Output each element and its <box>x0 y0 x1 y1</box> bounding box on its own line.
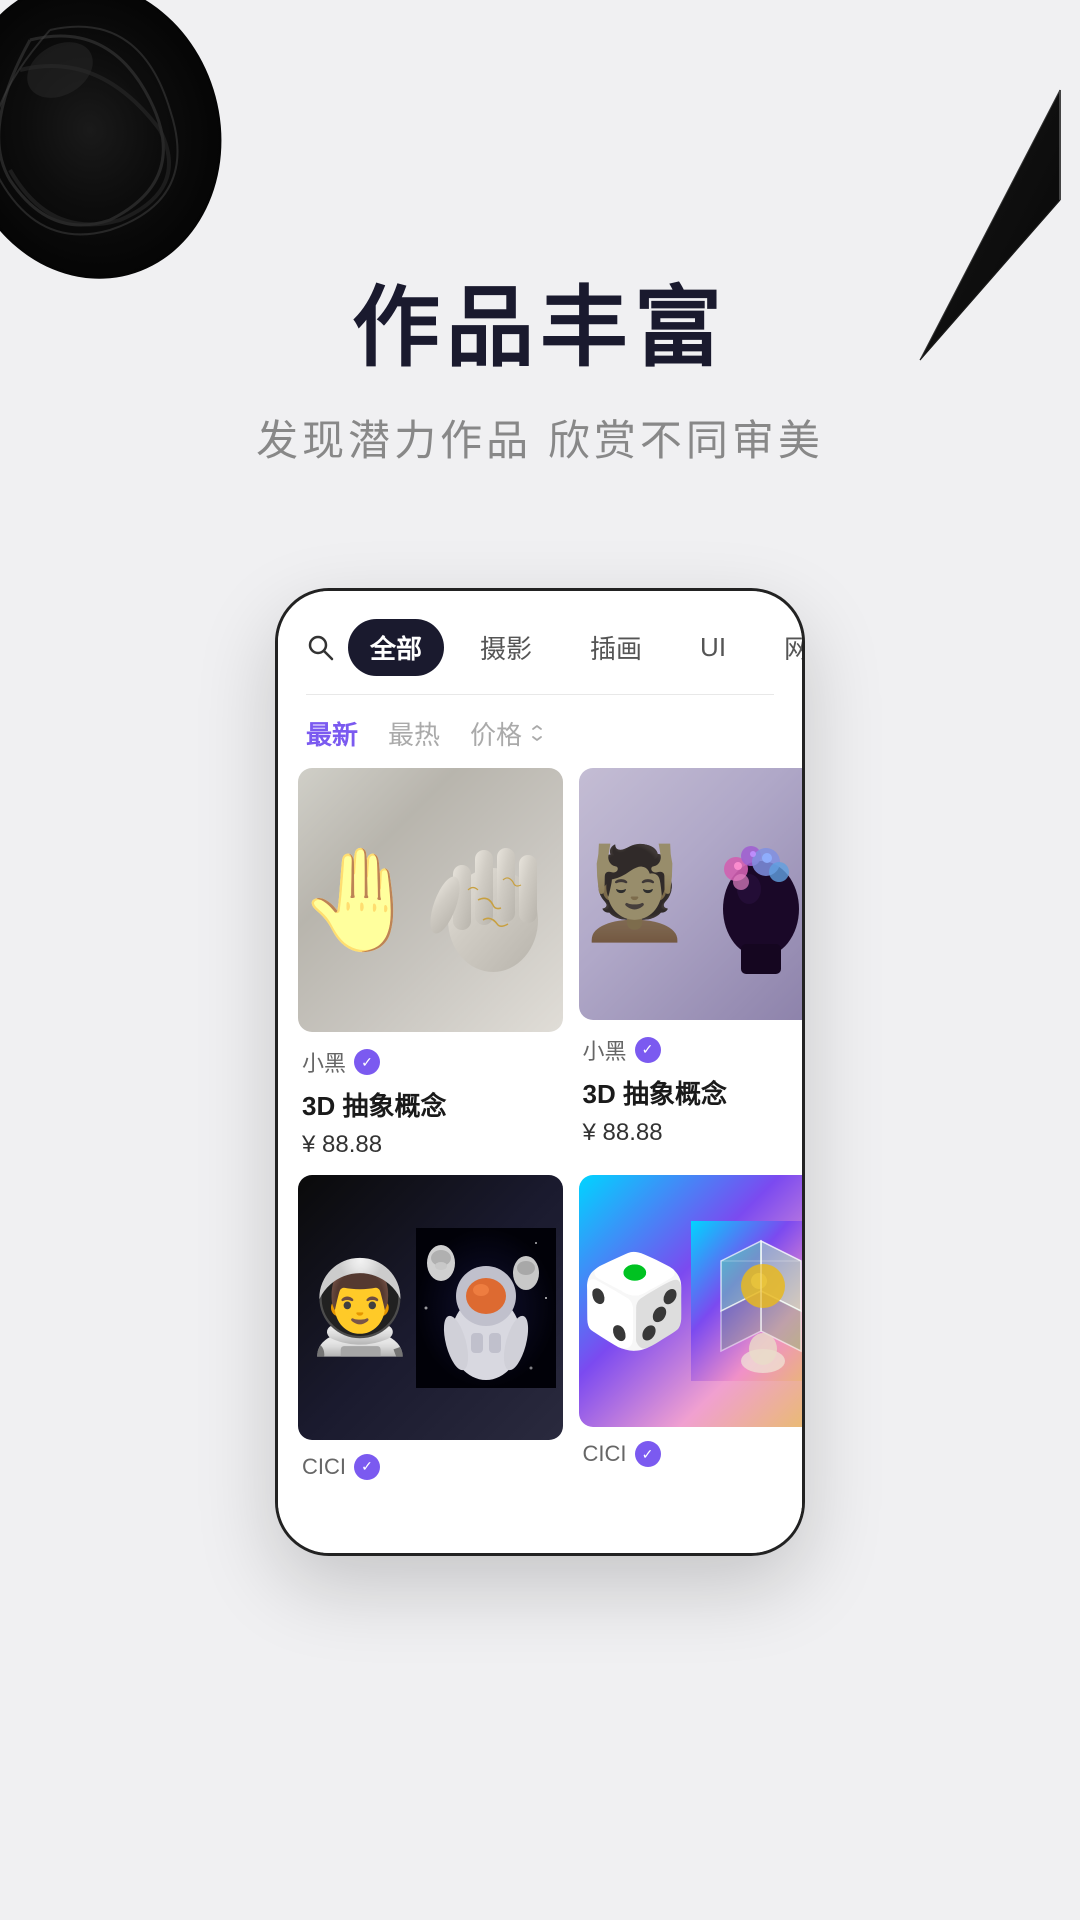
product-price-1: ¥ 88.88 <box>302 1131 559 1159</box>
head-image <box>579 768 805 1020</box>
nav-tab-photo[interactable]: 摄影 <box>458 619 554 676</box>
filter-bar: 最新 最热 价格 <box>278 695 802 768</box>
product-card-1[interactable]: 小黑 ✓ 3D 抽象概念 ¥ 88.88 <box>298 768 563 1160</box>
product-card-4[interactable]: CICI ✓ 3D 抽象概念 <box>579 1175 805 1533</box>
product-title-1: 3D 抽象概念 <box>302 1086 559 1123</box>
phone-mockup: 全部 摄影 插画 UI 网页 ⇅ ≡ 最新 最热 价格 <box>275 588 805 1556</box>
price-sort-icon <box>528 724 546 742</box>
product-author-2: 小黑 ✓ <box>583 1034 805 1066</box>
verified-badge-2: ✓ <box>635 1037 661 1063</box>
product-image-2 <box>579 768 805 1020</box>
product-meta-3: CICI ✓ 3D 抽象概念 <box>298 1454 563 1525</box>
author-name-3: CICI <box>302 1454 346 1480</box>
cube-image <box>579 1175 805 1427</box>
product-author-1: 小黑 ✓ <box>302 1046 559 1078</box>
filter-hottest[interactable]: 最热 <box>388 715 440 752</box>
author-name-1: 小黑 <box>302 1046 346 1078</box>
nav-tab-ui[interactable]: UI <box>678 622 748 673</box>
product-meta-1: 小黑 ✓ 3D 抽象概念 ¥ 88.88 <box>298 1046 563 1159</box>
search-icon[interactable] <box>306 629 334 665</box>
product-grid: 小黑 ✓ 3D 抽象概念 ¥ 88.88 <box>278 768 802 1553</box>
hero-subtitle: 发现潜力作品 欣赏不同审美 <box>0 407 1080 468</box>
product-meta-2: 小黑 ✓ 3D 抽象概念 ¥ 88.88 <box>579 1034 805 1147</box>
deco-top-right <box>890 80 1070 380</box>
product-image-1 <box>298 768 563 1033</box>
product-author-4: CICI ✓ <box>583 1441 805 1467</box>
filter-newest[interactable]: 最新 <box>306 715 358 752</box>
product-price-2: ¥ 88.88 <box>583 1119 805 1147</box>
filter-price[interactable]: 价格 <box>470 715 546 752</box>
phone-wrapper: 全部 摄影 插画 UI 网页 ⇅ ≡ 最新 最热 价格 <box>0 588 1080 1556</box>
nav-tab-web[interactable]: 网页 <box>762 619 805 676</box>
author-name-4: CICI <box>583 1441 627 1467</box>
product-card-2[interactable]: 小黑 ✓ 3D 抽象概念 ¥ 88.88 <box>579 768 805 1160</box>
nav-tab-illustration[interactable]: 插画 <box>568 619 664 676</box>
product-title-2: 3D 抽象概念 <box>583 1074 805 1111</box>
author-name-2: 小黑 <box>583 1034 627 1066</box>
product-image-3 <box>298 1175 563 1440</box>
phone-nav: 全部 摄影 插画 UI 网页 ⇅ ≡ <box>278 591 802 676</box>
product-image-4 <box>579 1175 805 1427</box>
verified-badge-3: ✓ <box>354 1454 380 1480</box>
product-author-3: CICI ✓ <box>302 1454 559 1480</box>
nav-tab-all[interactable]: 全部 <box>348 619 444 676</box>
astronaut-image <box>298 1175 563 1440</box>
hand-image <box>298 768 563 1033</box>
verified-badge-4: ✓ <box>635 1441 661 1467</box>
product-card-3[interactable]: CICI ✓ 3D 抽象概念 <box>298 1175 563 1533</box>
deco-top-left <box>0 0 270 300</box>
product-meta-4: CICI ✓ 3D 抽象概念 <box>579 1441 805 1512</box>
verified-badge-1: ✓ <box>354 1049 380 1075</box>
